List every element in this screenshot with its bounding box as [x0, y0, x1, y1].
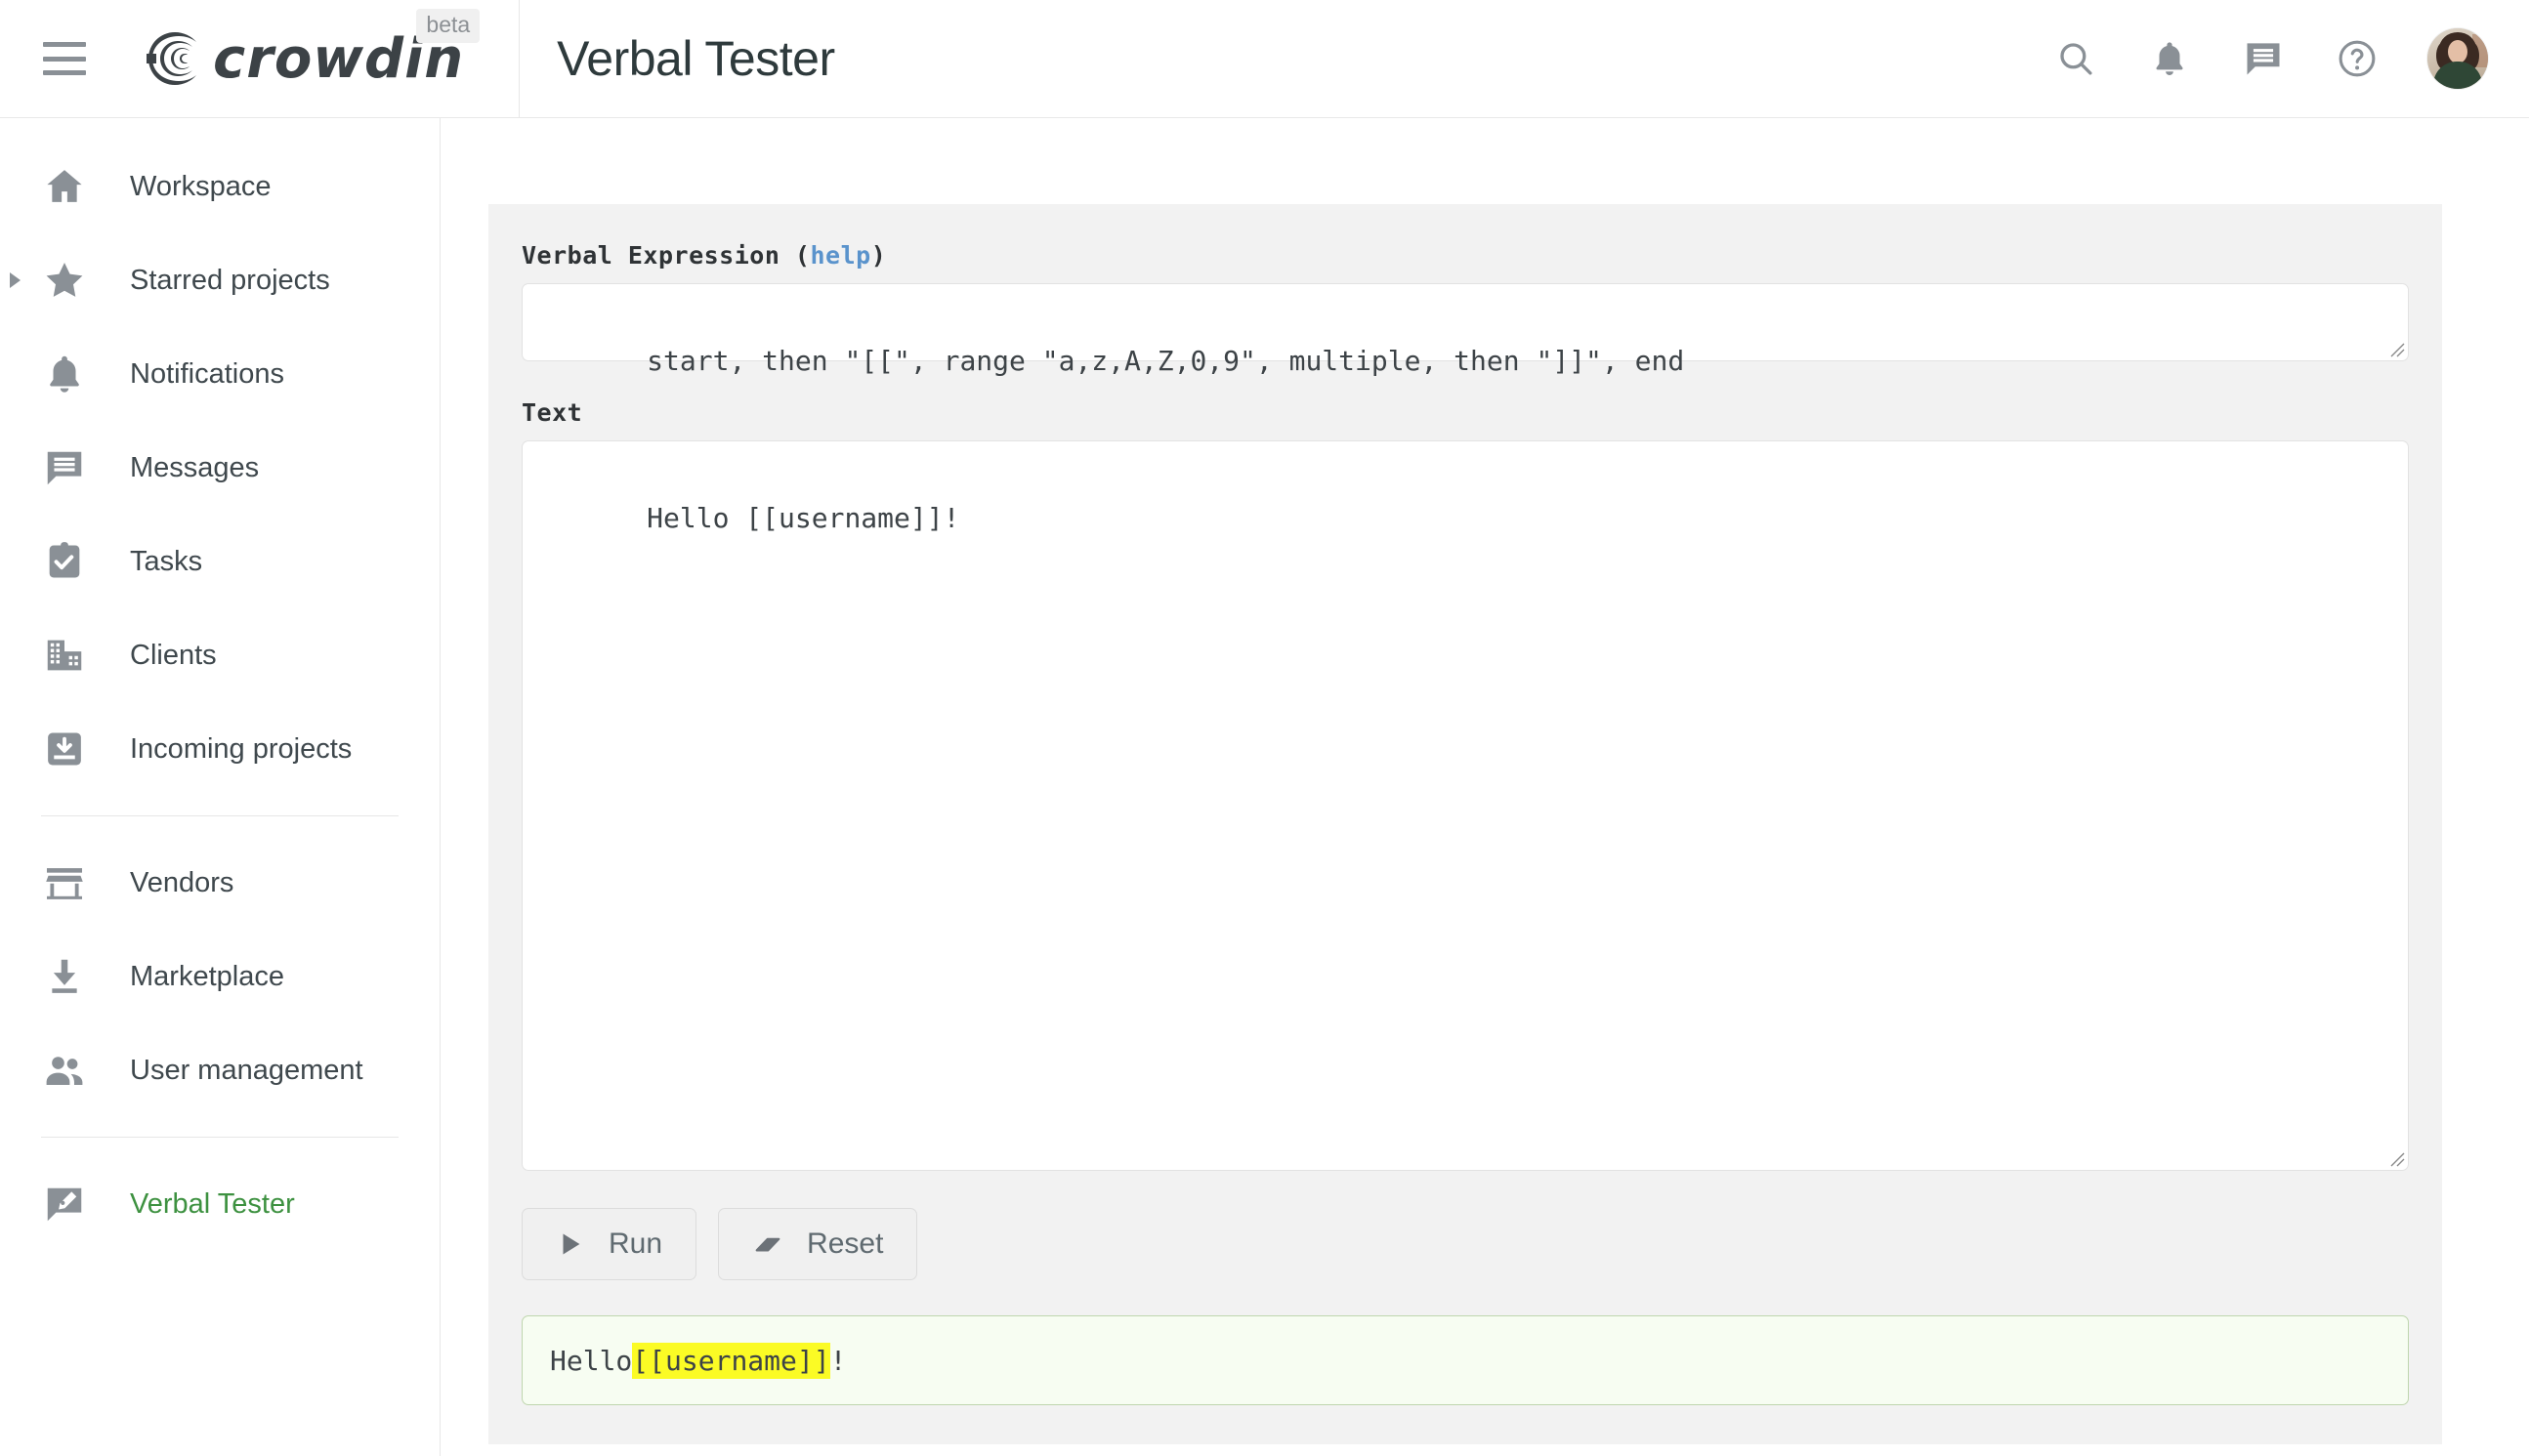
- verbal-expression-label-close: ): [871, 241, 887, 270]
- sidebar-item-vendors[interactable]: Vendors: [0, 836, 440, 930]
- sidebar-item-messages[interactable]: Messages: [0, 421, 440, 515]
- top-bar: crowdin beta Verbal Tester: [0, 0, 2529, 118]
- chevron-right-icon[interactable]: [10, 272, 21, 288]
- sidebar-item-label: Notifications: [130, 358, 284, 391]
- inbox-download-icon: [41, 726, 88, 772]
- hamburger-line: [43, 42, 86, 47]
- resize-grip-icon[interactable]: [2385, 338, 2405, 357]
- play-icon: [556, 1229, 585, 1259]
- verbal-expression-label-text: Verbal Expression (: [522, 241, 810, 270]
- sidebar-item-label: User management: [130, 1055, 363, 1087]
- verbal-tester-icon: [41, 1181, 88, 1227]
- hamburger-menu-icon[interactable]: [43, 42, 86, 75]
- notifications-bell-icon[interactable]: [2146, 35, 2193, 82]
- resize-grip-icon[interactable]: [2385, 1147, 2405, 1167]
- reset-button[interactable]: Reset: [718, 1208, 917, 1280]
- messages-icon[interactable]: [2240, 35, 2287, 82]
- sidebar-item-verbal-tester[interactable]: Verbal Tester: [0, 1157, 440, 1251]
- home-icon: [41, 163, 88, 210]
- sidebar-item-label: Marketplace: [130, 961, 284, 993]
- star-icon: [41, 257, 88, 304]
- sidebar-item-starred-projects[interactable]: Starred projects: [0, 233, 440, 327]
- help-circle-icon[interactable]: [2334, 35, 2381, 82]
- bell-icon: [41, 351, 88, 397]
- result-suffix: !: [830, 1345, 847, 1377]
- page-title: Verbal Tester: [557, 30, 834, 87]
- verbal-expression-value: start, then "[[", range "a,z,A,Z,0,9", m…: [647, 345, 1684, 377]
- crowdin-logo[interactable]: crowdin beta: [141, 0, 464, 118]
- sidebar-item-label: Workspace: [130, 171, 272, 203]
- text-value: Hello [[username]]!: [647, 502, 959, 534]
- topbar-divider: [519, 0, 520, 118]
- hamburger-line: [43, 70, 86, 75]
- hamburger-line: [43, 57, 86, 62]
- sidebar-item-label: Starred projects: [130, 265, 330, 297]
- people-icon: [41, 1047, 88, 1094]
- sidebar-divider: [41, 815, 399, 816]
- text-input[interactable]: Hello [[username]]!: [522, 440, 2409, 1171]
- beta-badge: beta: [416, 9, 480, 43]
- sidebar-item-label: Messages: [130, 452, 259, 484]
- sidebar-item-clients[interactable]: Clients: [0, 608, 440, 702]
- avatar[interactable]: [2427, 28, 2488, 89]
- sidebar-item-notifications[interactable]: Notifications: [0, 327, 440, 421]
- crowdin-logo-mark: [141, 28, 205, 89]
- result-prefix: Hello: [550, 1345, 632, 1377]
- run-button-label: Run: [609, 1227, 662, 1261]
- sidebar-item-label: Tasks: [130, 546, 202, 578]
- sidebar-item-label: Vendors: [130, 867, 233, 899]
- download-icon: [41, 953, 88, 1000]
- sidebar: Workspace Starred projects Notifications: [0, 118, 441, 1456]
- sidebar-item-label: Verbal Tester: [130, 1188, 295, 1221]
- sidebar-item-user-management[interactable]: User management: [0, 1023, 440, 1117]
- reset-button-label: Reset: [807, 1227, 883, 1261]
- verbal-expression-input[interactable]: start, then "[[", range "a,z,A,Z,0,9", m…: [522, 283, 2409, 361]
- run-button[interactable]: Run: [522, 1208, 696, 1280]
- message-icon: [41, 444, 88, 491]
- action-button-row: Run Reset: [522, 1208, 2409, 1280]
- sidebar-item-tasks[interactable]: Tasks: [0, 515, 440, 608]
- verbal-expression-label: Verbal Expression (help): [522, 241, 2409, 270]
- avatar-face: [2448, 40, 2467, 63]
- sidebar-item-label: Incoming projects: [130, 733, 352, 766]
- building-icon: [41, 632, 88, 679]
- topbar-actions: [2052, 28, 2488, 89]
- task-clipboard-icon: [41, 538, 88, 585]
- sidebar-item-marketplace[interactable]: Marketplace: [0, 930, 440, 1023]
- sidebar-item-incoming-projects[interactable]: Incoming projects: [0, 702, 440, 796]
- store-icon: [41, 859, 88, 906]
- sidebar-item-workspace[interactable]: Workspace: [0, 140, 440, 233]
- sidebar-divider: [41, 1137, 399, 1138]
- search-icon[interactable]: [2052, 35, 2099, 82]
- result-output: Hello [[username]]!: [522, 1315, 2409, 1405]
- text-label: Text: [522, 398, 2409, 427]
- verbal-tester-panel: Verbal Expression (help) start, then "[[…: [488, 204, 2442, 1444]
- help-link[interactable]: help: [810, 241, 870, 270]
- result-match-highlight: [[username]]: [632, 1343, 829, 1379]
- sidebar-item-label: Clients: [130, 640, 217, 672]
- main-content: Verbal Expression (help) start, then "[[…: [442, 118, 2529, 1456]
- eraser-icon: [752, 1228, 783, 1260]
